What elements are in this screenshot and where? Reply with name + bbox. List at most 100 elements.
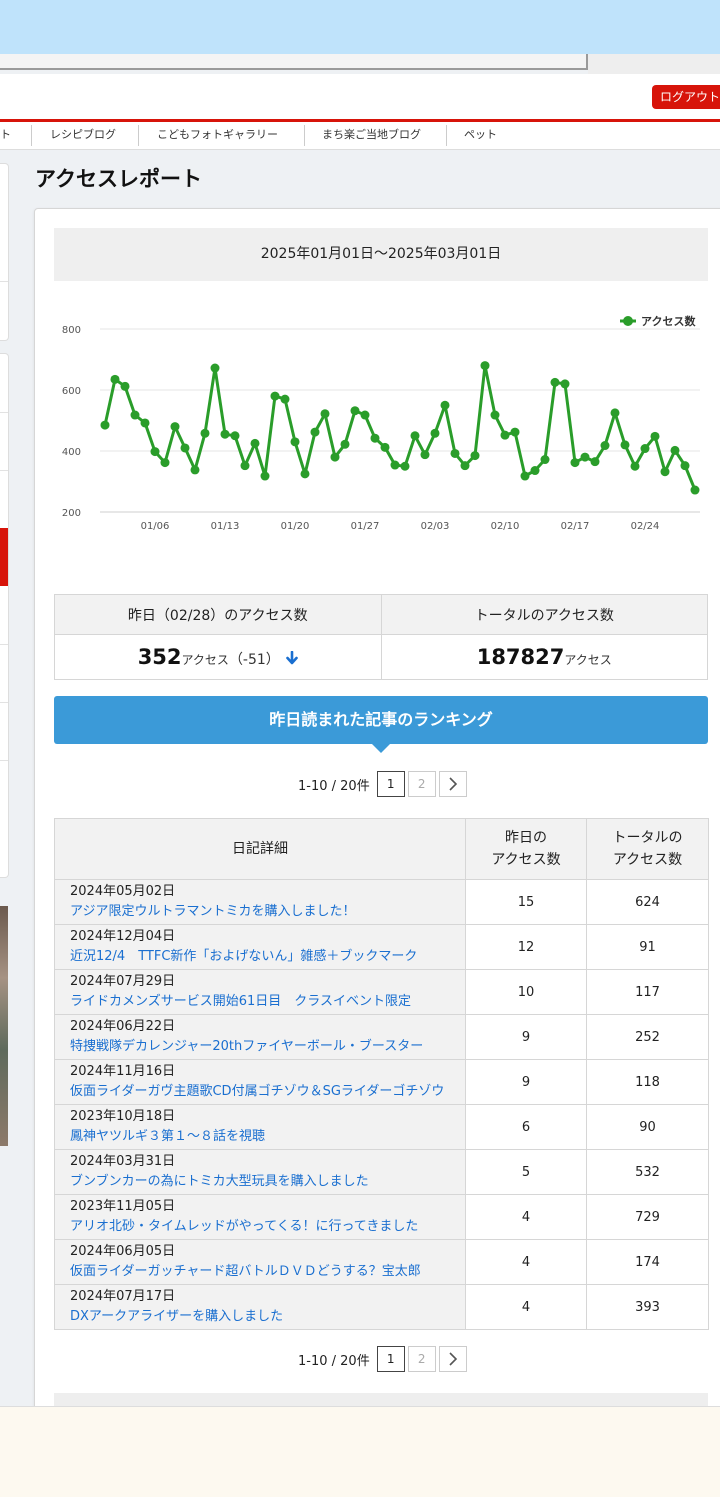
data-point[interactable] bbox=[310, 427, 320, 437]
header-gap bbox=[588, 54, 720, 74]
data-point[interactable] bbox=[220, 429, 230, 439]
data-point[interactable] bbox=[320, 409, 330, 419]
data-point[interactable] bbox=[200, 428, 210, 438]
data-point[interactable] bbox=[430, 428, 440, 438]
data-point[interactable] bbox=[620, 440, 630, 450]
page-1-button[interactable]: 1 bbox=[376, 771, 405, 797]
data-point[interactable] bbox=[140, 418, 150, 428]
data-point[interactable] bbox=[230, 431, 240, 441]
data-point[interactable] bbox=[480, 361, 490, 371]
data-point[interactable] bbox=[280, 394, 290, 404]
nav-item-pet[interactable]: ペット bbox=[464, 122, 497, 149]
data-point[interactable] bbox=[330, 452, 340, 462]
data-point[interactable] bbox=[680, 461, 690, 471]
data-point[interactable] bbox=[360, 410, 370, 420]
data-point[interactable] bbox=[390, 460, 400, 470]
data-point[interactable] bbox=[560, 379, 570, 389]
data-point[interactable] bbox=[550, 377, 560, 387]
data-point[interactable] bbox=[150, 447, 160, 457]
data-point[interactable] bbox=[610, 408, 620, 418]
data-point[interactable] bbox=[400, 461, 410, 471]
page-2-button[interactable]: 2 bbox=[407, 771, 436, 797]
data-point[interactable] bbox=[470, 451, 480, 461]
data-point[interactable] bbox=[130, 410, 140, 420]
data-point[interactable] bbox=[370, 433, 380, 443]
row-title-link[interactable]: 特捜戦隊デカレンジャー20thファイヤーボール・ブースター bbox=[70, 1037, 455, 1057]
row-title-link[interactable]: ブンブンカーの為にトミカ大型玩具を購入しました bbox=[70, 1172, 455, 1192]
row-yesterday: 5 bbox=[465, 1149, 587, 1195]
data-point[interactable] bbox=[520, 471, 530, 481]
row-title-link[interactable]: アジア限定ウルトラマントミカを購入しました！ bbox=[70, 902, 455, 922]
logout-button[interactable]: ログアウト bbox=[652, 85, 720, 109]
data-point[interactable] bbox=[440, 400, 450, 410]
nav-item-recipe-blog[interactable]: レシピブログ bbox=[50, 122, 116, 149]
data-point[interactable] bbox=[380, 442, 390, 452]
data-point[interactable] bbox=[240, 461, 250, 471]
data-point[interactable] bbox=[300, 469, 310, 479]
data-point[interactable] bbox=[640, 444, 650, 454]
row-title-link[interactable]: 仮面ライダーガッチャード超バトルＤＶＤどうする？宝太郎 bbox=[70, 1262, 455, 1282]
page-2-button[interactable]: 2 bbox=[407, 1346, 436, 1372]
pagination-bottom: 1-10 / 20件 1 2 bbox=[298, 1345, 467, 1373]
data-point[interactable] bbox=[160, 458, 170, 468]
data-point[interactable] bbox=[170, 422, 180, 432]
row-detail: 2024年07月17日 DXアークアライザーを購入しました bbox=[54, 1284, 466, 1330]
data-point[interactable] bbox=[460, 461, 470, 471]
data-point[interactable] bbox=[270, 391, 280, 401]
page-1-button[interactable]: 1 bbox=[376, 1346, 405, 1372]
data-point[interactable] bbox=[650, 431, 660, 441]
data-point[interactable] bbox=[410, 431, 420, 441]
row-date: 2024年06月05日 bbox=[70, 1244, 176, 1259]
row-title-link[interactable]: DXアークアライザーを購入しました bbox=[70, 1307, 455, 1327]
row-title-link[interactable]: ライドカメンズサービス開始61日目 クラスイベント限定 bbox=[70, 992, 455, 1012]
y-tick-label: 800 bbox=[62, 325, 81, 336]
data-point[interactable] bbox=[590, 457, 600, 467]
x-tick-label: 01/20 bbox=[281, 521, 310, 532]
data-point[interactable] bbox=[110, 374, 120, 384]
row-title-link[interactable]: 鳳神ヤツルギ３第１～８話を視聴 bbox=[70, 1127, 455, 1147]
chart-legend[interactable]: アクセス数 bbox=[620, 314, 696, 328]
data-point[interactable] bbox=[180, 443, 190, 453]
row-yesterday: 9 bbox=[465, 1059, 587, 1105]
data-point[interactable] bbox=[100, 420, 110, 430]
nav-item-local-blog[interactable]: まち楽ご当地ブログ bbox=[322, 122, 421, 149]
data-point[interactable] bbox=[190, 465, 200, 475]
sidebar-item-active[interactable] bbox=[0, 528, 8, 586]
table-row: 2024年12月04日 近況12/4 TTFC新作「およげないん」雑感＋ブックマー… bbox=[54, 924, 709, 970]
data-point[interactable] bbox=[540, 455, 550, 465]
data-point[interactable] bbox=[290, 437, 300, 447]
data-point[interactable] bbox=[500, 430, 510, 440]
table-row: 2024年07月29日 ライドカメンズサービス開始61日目 クラスイベント限定 10… bbox=[54, 969, 709, 1015]
data-point[interactable] bbox=[450, 448, 460, 458]
data-point[interactable] bbox=[630, 461, 640, 471]
data-point[interactable] bbox=[600, 441, 610, 451]
row-date: 2024年05月02日 bbox=[70, 884, 176, 899]
ranking-heading: 昨日読まれた記事のランキング bbox=[54, 696, 708, 744]
data-point[interactable] bbox=[250, 438, 260, 448]
data-point[interactable] bbox=[350, 406, 360, 416]
row-title-link[interactable]: 仮面ライダーガヴ主題歌CD付属ゴチゾウ＆SGライダーゴチゾウ bbox=[70, 1082, 455, 1102]
data-point[interactable] bbox=[510, 427, 520, 437]
next-page-button[interactable] bbox=[438, 1346, 467, 1372]
table-row: 2024年05月02日 アジア限定ウルトラマントミカを購入しました！ 15 624 bbox=[54, 879, 709, 925]
data-point[interactable] bbox=[670, 445, 680, 455]
data-point[interactable] bbox=[490, 410, 500, 420]
data-point[interactable] bbox=[580, 452, 590, 462]
nav-item-partial[interactable]: ト bbox=[0, 122, 11, 149]
data-point[interactable] bbox=[260, 471, 270, 481]
data-point[interactable] bbox=[420, 450, 430, 460]
data-point[interactable] bbox=[340, 439, 350, 449]
data-point[interactable] bbox=[690, 485, 700, 495]
data-point[interactable] bbox=[210, 363, 220, 373]
row-title-link[interactable]: アリオ北砂・タイムレッドがやってくる！に行ってきました bbox=[70, 1217, 455, 1237]
next-page-button[interactable] bbox=[438, 771, 467, 797]
data-point[interactable] bbox=[120, 381, 130, 391]
nav-item-kids-photo[interactable]: こどもフォトギャラリー bbox=[157, 122, 278, 149]
table-row: 2024年11月16日 仮面ライダーガヴ主題歌CD付属ゴチゾウ＆SGライダーゴチゾ… bbox=[54, 1059, 709, 1105]
row-title-link[interactable]: 近況12/4 TTFC新作「およげないん」雑感＋ブックマーク bbox=[70, 947, 455, 967]
data-point[interactable] bbox=[660, 467, 670, 477]
sidebar-card bbox=[0, 163, 9, 341]
table-row: 2024年03月31日 ブンブンカーの為にトミカ大型玩具を購入しました 5 532 bbox=[54, 1149, 709, 1195]
data-point[interactable] bbox=[530, 466, 540, 476]
data-point[interactable] bbox=[570, 458, 580, 468]
